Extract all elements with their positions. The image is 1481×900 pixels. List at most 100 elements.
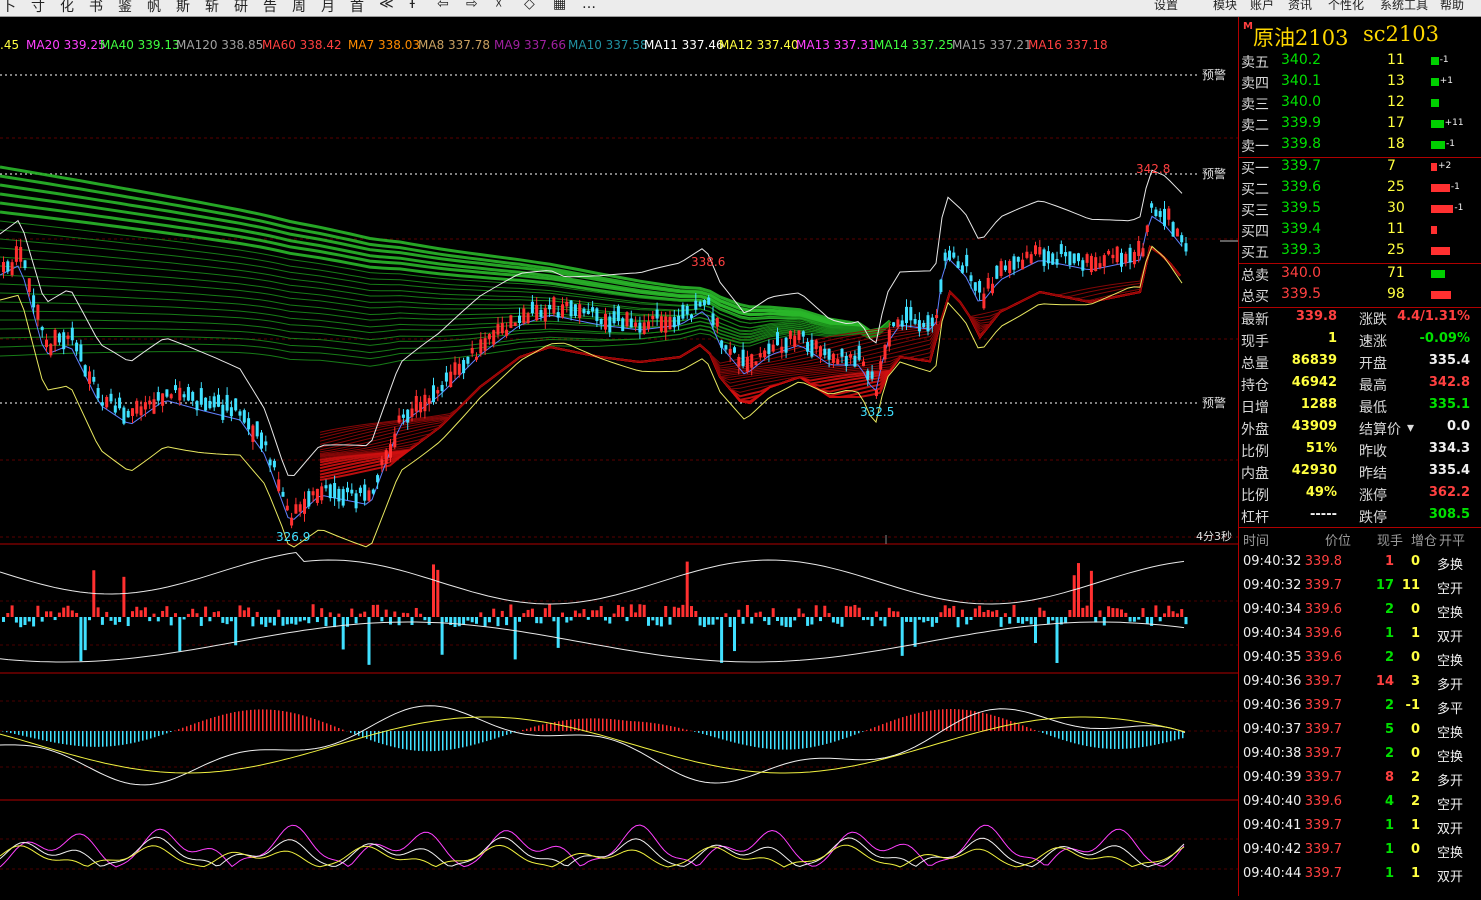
tick-row[interactable]: 09:40:34339.611双开 (1239, 623, 1481, 647)
macd-bar (38, 731, 40, 739)
volume-bar (948, 608, 951, 617)
toolbar-button[interactable]: ≪ (379, 0, 394, 12)
bid-row[interactable]: 买二339.625-1 (1239, 178, 1481, 199)
tick-row[interactable]: 09:40:38339.720空换 (1239, 743, 1481, 767)
tick-row[interactable]: 09:40:36339.7143多开 (1239, 671, 1481, 695)
tick-row[interactable]: 09:40:35339.620空换 (1239, 647, 1481, 671)
bid-row[interactable]: 买三339.530-1 (1239, 199, 1481, 220)
ma-ribbon-red (320, 247, 1180, 471)
candle (432, 385, 435, 402)
menu-item[interactable]: 账户 (1250, 0, 1274, 13)
quote-title[interactable]: M 原油2103 sc2103 (1239, 17, 1481, 51)
candle (1034, 245, 1037, 254)
volume-bar (638, 604, 641, 617)
toolbar-button[interactable]: 告 (263, 0, 277, 16)
bid-row[interactable]: 买五339.325 (1239, 241, 1481, 262)
candle (617, 306, 620, 321)
toolbar-button[interactable]: 月 (321, 0, 335, 16)
ask-row[interactable]: 卖三340.012 (1239, 93, 1481, 114)
volume-bar (329, 612, 332, 617)
toolbar-button[interactable]: 斩 (205, 0, 219, 16)
volume-change-bar (1431, 226, 1437, 234)
tick-row[interactable]: 09:40:44339.711双开 (1239, 863, 1481, 887)
tick-row[interactable]: 09:40:32339.810多换 (1239, 551, 1481, 575)
book-price: 340.1 (1281, 73, 1321, 89)
macd-bar (742, 731, 744, 745)
volume-bar (307, 617, 310, 623)
candle (1030, 254, 1033, 263)
volume-bar (643, 605, 646, 617)
volume-bar (802, 613, 805, 617)
volume-bar (1167, 606, 1170, 617)
tick-row[interactable]: 09:40:37339.750空换 (1239, 719, 1481, 743)
candle (161, 393, 164, 405)
toolbar-button[interactable]: 帆 (147, 0, 161, 16)
menu-item[interactable]: 模块 (1213, 0, 1237, 13)
bid-row[interactable]: 买四339.411 (1239, 220, 1481, 241)
tick-row[interactable]: 09:40:34339.620空换 (1239, 599, 1481, 623)
candle (995, 266, 998, 279)
candle (819, 346, 822, 356)
toolbar-button[interactable]: Ŧ (408, 0, 417, 12)
toolbar-button[interactable]: 首 (350, 0, 364, 16)
macd-bar (738, 731, 740, 744)
toolbar-button[interactable]: 鉴 (118, 0, 132, 16)
volume-bar (1073, 575, 1076, 617)
toolbar-button[interactable]: ▦ (553, 0, 566, 12)
toolbar-button[interactable]: … (582, 0, 596, 12)
toolbar-button[interactable]: ⇨ (466, 0, 478, 12)
book-price: 339.7 (1281, 158, 1321, 174)
total-buy-row[interactable]: 总买339.598 (1239, 285, 1481, 306)
ask-row[interactable]: 卖一339.818-1 (1239, 135, 1481, 156)
toolbar-button[interactable]: 寸 (31, 0, 45, 16)
candle (1086, 254, 1089, 263)
volume-bar (737, 610, 740, 617)
toolbar-button[interactable]: 卜 (2, 0, 16, 16)
volume-bar (1146, 617, 1149, 624)
ma-ribbon-red (320, 247, 1180, 457)
ask-row[interactable]: 卖五340.211-1 (1239, 51, 1481, 72)
toolbar-button[interactable]: ⇦ (437, 0, 449, 12)
book-label: 买一 (1241, 158, 1269, 178)
volume-bar (922, 617, 925, 622)
ask-row[interactable]: 卖四340.113+1 (1239, 72, 1481, 93)
toolbar-button[interactable]: ◇ (524, 0, 535, 12)
volume-bar (428, 617, 431, 625)
menu-item[interactable]: 设置 (1154, 0, 1178, 13)
tick-row[interactable]: 09:40:39339.782多开 (1239, 767, 1481, 791)
tick-time: 09:40:35 (1243, 650, 1301, 665)
candle (522, 308, 525, 323)
toolbar-button[interactable]: 化 (60, 0, 74, 16)
tick-row[interactable]: 09:40:32339.71711空开 (1239, 575, 1481, 599)
candle (944, 253, 947, 261)
stat-value: 86839 (1292, 353, 1337, 368)
chart-area[interactable]: 预警预警预警342.8338.6332.5326.94分3秒 .45MA20 3… (0, 17, 1238, 896)
tick-qty: 2 (1385, 746, 1394, 761)
macd-bar (34, 731, 36, 738)
menu-item[interactable]: 资讯 (1288, 0, 1312, 13)
bid-row[interactable]: 买一339.77+2 (1239, 157, 1481, 178)
menu-item[interactable]: 个性化 (1328, 0, 1364, 13)
toolbar-button[interactable]: 研 (234, 0, 248, 16)
total-sell-row[interactable]: 总卖340.071 (1239, 264, 1481, 285)
macd-bar (230, 713, 232, 731)
stat-row: 现手1速涨-0.09% (1239, 330, 1481, 351)
stat-row: 日增1288最低335.1 (1239, 396, 1481, 417)
tick-row[interactable]: 09:40:40339.642空开 (1239, 791, 1481, 815)
toolbar-button[interactable]: 周 (292, 0, 306, 16)
tick-row[interactable]: 09:40:41339.711双开 (1239, 815, 1481, 839)
candle (755, 361, 758, 365)
candle (548, 305, 551, 309)
menu-item[interactable]: 系统工具 (1380, 0, 1428, 13)
kline-chart-svg[interactable]: 预警预警预警342.8338.6332.5326.94分3秒 (0, 17, 1238, 896)
toolbar-button[interactable]: ☓ (495, 0, 502, 12)
ask-row[interactable]: 卖二339.917+11 (1239, 114, 1481, 135)
menu-item[interactable]: 帮助 (1440, 0, 1464, 13)
toolbar-button[interactable]: 斯 (176, 0, 190, 16)
tick-row[interactable]: 09:40:36339.72-1多平 (1239, 695, 1481, 719)
chevron-down-icon[interactable]: ▾ (1407, 420, 1414, 436)
volume-bar (316, 617, 319, 622)
tick-row[interactable]: 09:40:42339.710空换 (1239, 839, 1481, 863)
candle (647, 321, 650, 328)
toolbar-button[interactable]: 书 (89, 0, 103, 16)
